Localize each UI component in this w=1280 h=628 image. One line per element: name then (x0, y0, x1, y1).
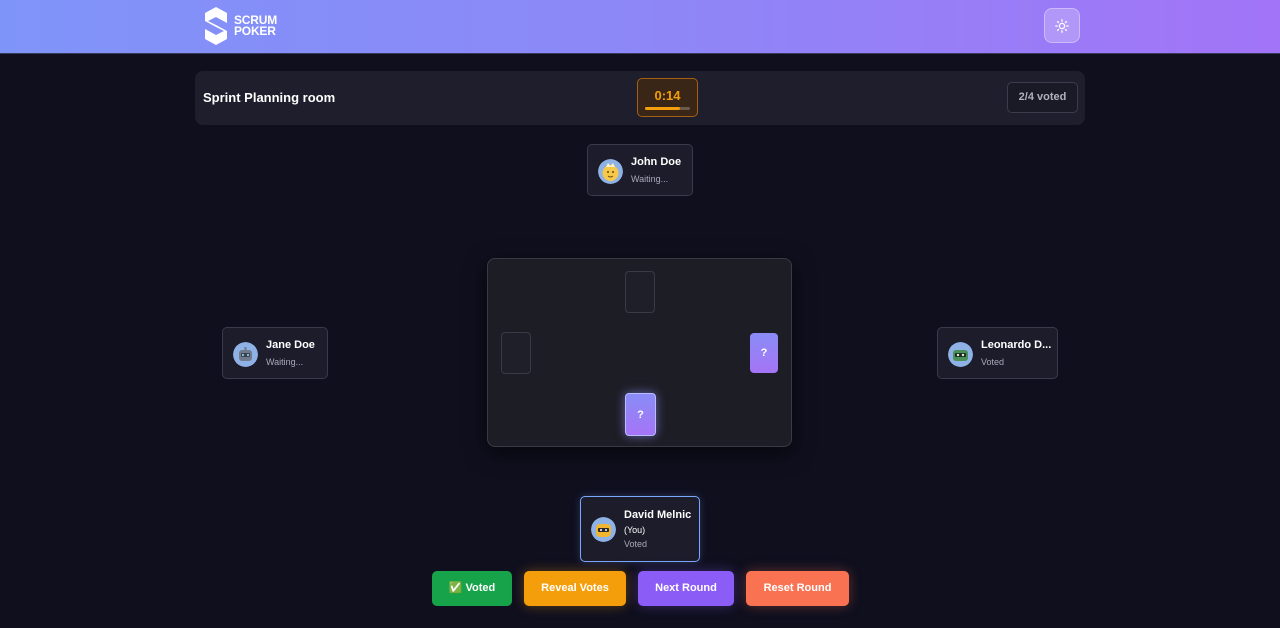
you-label: (You) (624, 525, 646, 535)
player-card-john: John Doe Waiting... (587, 144, 693, 196)
sun-icon (1055, 18, 1069, 33)
logo-text: SCRUM POKER (234, 14, 277, 38)
voted-button[interactable]: ✅ Voted (432, 571, 512, 606)
emoji-face-avatar (598, 159, 623, 184)
robot-avatar (948, 342, 973, 367)
timer-text: 0:14 (654, 88, 681, 103)
player-name: David Melnic (624, 509, 692, 521)
player-status: Voted (981, 357, 1005, 367)
room-bar: Sprint Planning room 0:14 2/4 voted (195, 71, 1085, 125)
timer-progress-fill (645, 107, 681, 110)
player-card-you: David Melnic (You) Voted (580, 496, 700, 562)
player-status: Voted (624, 539, 648, 549)
poker-table: ? ? (487, 258, 792, 447)
logo-icon (205, 7, 227, 45)
robot-avatar (233, 342, 258, 367)
hidden-card-right: ? (750, 333, 778, 373)
player-status: Waiting... (266, 357, 304, 367)
logo[interactable]: SCRUM POKER (204, 6, 277, 46)
player-card-jane: Jane Doe Waiting... (222, 327, 328, 379)
robot-avatar (591, 517, 616, 542)
room-title: Sprint Planning room (203, 90, 336, 105)
card-slot-left (501, 332, 531, 374)
player-card-leonardo: Leonardo D... Voted (937, 327, 1058, 379)
timer-progress-track (645, 107, 690, 110)
player-name: Leonardo D... (981, 339, 1052, 351)
voted-count-badge: 2/4 voted (1007, 82, 1078, 113)
player-status: Waiting... (631, 174, 669, 184)
round-timer: 0:14 (637, 78, 698, 117)
theme-toggle-button[interactable] (1044, 8, 1080, 43)
next-round-button[interactable]: Next Round (638, 571, 734, 606)
card-slot-top (625, 271, 655, 313)
reset-round-button[interactable]: Reset Round (746, 571, 849, 606)
top-bar: SCRUM POKER (0, 0, 1280, 54)
reveal-votes-button[interactable]: Reveal Votes (524, 571, 626, 606)
player-name: John Doe (631, 156, 682, 168)
logo-line-2: POKER (234, 24, 276, 38)
player-name: Jane Doe (266, 339, 315, 351)
hidden-card-bottom: ? (625, 393, 656, 436)
